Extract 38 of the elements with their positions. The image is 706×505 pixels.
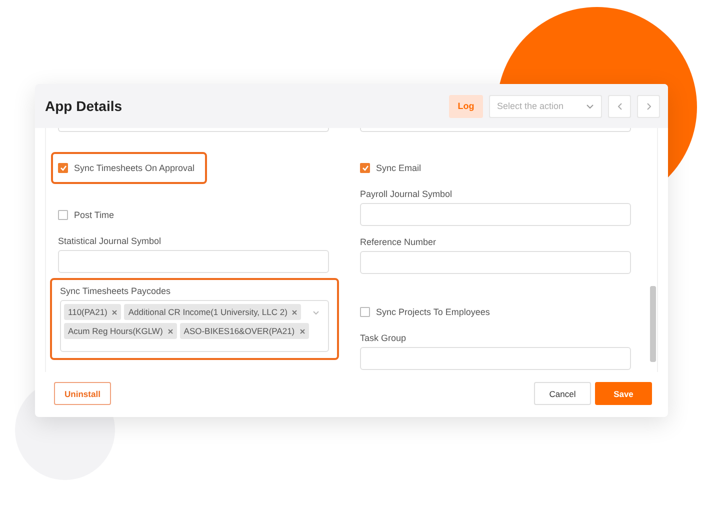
input-field[interactable]: [58, 250, 329, 273]
remove-icon[interactable]: [168, 328, 173, 334]
uninstall-button[interactable]: Uninstall: [54, 382, 111, 405]
chevron-down-icon: [586, 104, 594, 108]
action-select[interactable]: Select the action: [489, 94, 602, 118]
tag-label: Acum Reg Hours(KGLW): [68, 326, 163, 336]
field-label: Sync Timesheets Paycodes: [60, 286, 172, 296]
checkbox-label: Sync Timesheets On Approval: [74, 163, 195, 173]
input-field[interactable]: [360, 251, 631, 274]
remove-icon[interactable]: [112, 310, 118, 314]
field-label: Statistical Journal Symbol: [58, 236, 162, 246]
remove-icon[interactable]: [292, 310, 298, 314]
tag-label: Additional CR Income(1 University, LLC 2): [128, 307, 288, 317]
input-field[interactable]: [360, 347, 631, 370]
tag-label: ASO-BIKES16&OVER(PA21): [184, 326, 295, 336]
chevron-down-icon: [313, 311, 319, 315]
checkbox[interactable]: [360, 163, 370, 173]
tag-label: 110(PA21): [68, 307, 108, 317]
checkbox-label: Sync Email: [376, 163, 422, 173]
field-label: Reference Number: [360, 237, 438, 247]
save-button[interactable]: Save: [595, 382, 652, 405]
checkbox[interactable]: [360, 307, 370, 317]
field-label: Payroll Journal Symbol: [360, 189, 454, 199]
checkbox[interactable]: [58, 210, 68, 220]
checkbox[interactable]: [58, 163, 68, 173]
multi-select-field[interactable]: 110(PA21) Additional CR Income(1 University, LLC 2) Acum Reg Hours(KGLW) ASO-BIKES16&OVER(PA21): [60, 300, 329, 352]
chevron-right-icon: [646, 102, 650, 110]
log-button[interactable]: Log: [449, 94, 483, 118]
cancel-button[interactable]: Cancel: [534, 382, 591, 405]
dialog-title: App Details: [45, 98, 124, 114]
previous-button[interactable]: [608, 94, 631, 118]
next-button[interactable]: [637, 94, 660, 118]
checkbox-label: Sync Projects To Employees: [376, 307, 490, 317]
checkbox-label: Post Time: [74, 210, 114, 220]
input-field[interactable]: [360, 203, 631, 226]
chevron-left-icon: [618, 102, 622, 110]
field-label: Task Group: [360, 333, 408, 343]
remove-icon[interactable]: [300, 328, 305, 334]
